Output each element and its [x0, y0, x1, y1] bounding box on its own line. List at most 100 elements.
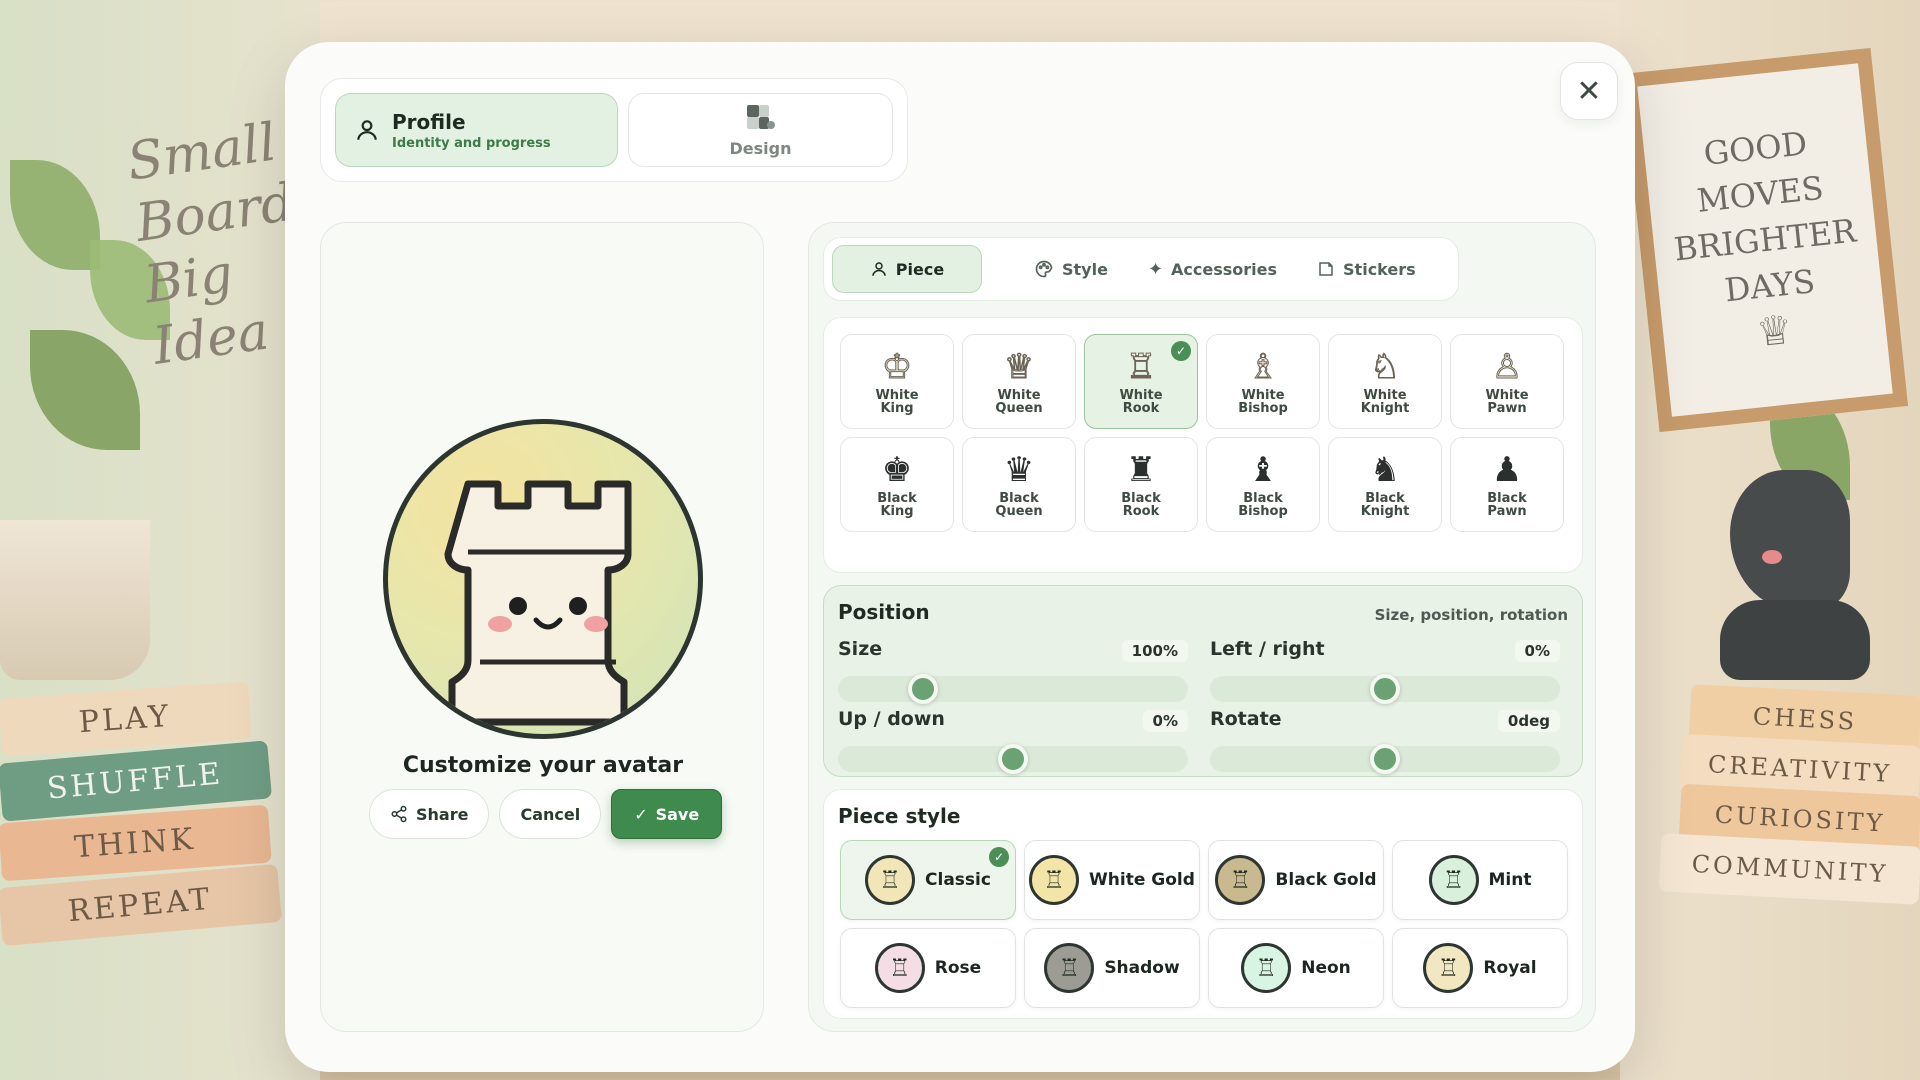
piece-label-color: Black: [1121, 490, 1161, 506]
chess-piece-icon: ♖: [1125, 346, 1157, 387]
cancel-label: Cancel: [520, 804, 581, 824]
left-right-label: Left / right: [1210, 638, 1325, 660]
piece-label-color: White: [1119, 387, 1163, 403]
up-down-label: Up / down: [838, 708, 945, 730]
up-down-value: 0%: [1142, 710, 1188, 732]
piece-label: Black Queen: [995, 492, 1042, 518]
piece-option[interactable]: ♛ Black Queen: [962, 437, 1076, 532]
rotate-label: Rotate: [1210, 708, 1282, 730]
piece-label-type: Queen: [995, 400, 1043, 416]
rotate-slider: Rotate 0deg: [1210, 708, 1560, 774]
share-button[interactable]: Share: [369, 789, 490, 839]
chess-piece-icon: ♘: [1369, 346, 1401, 387]
tab-accessories[interactable]: ✦ Accessories: [1130, 245, 1295, 293]
tab-style[interactable]: Style: [1016, 245, 1126, 293]
design-icon: [746, 104, 775, 129]
save-label: Save: [655, 804, 700, 824]
rook-thumbnail-icon: ♖: [1044, 943, 1095, 993]
palette-icon: [1035, 260, 1053, 278]
avatar: [383, 419, 703, 739]
piece-label: Black Knight: [1361, 492, 1410, 518]
piece-option[interactable]: ♖ White Rook ✓: [1084, 334, 1198, 429]
close-button[interactable]: ✕: [1560, 62, 1618, 120]
piece-style-name: Royal: [1483, 958, 1537, 978]
piece-option[interactable]: ♔ White King: [840, 334, 954, 429]
piece-option[interactable]: ♕ White Queen: [962, 334, 1076, 429]
close-icon: ✕: [1576, 73, 1602, 109]
piece-option[interactable]: ♚ Black King: [840, 437, 954, 532]
user-icon: [872, 262, 886, 276]
piece-style-option[interactable]: ♖ Classic ✓: [840, 840, 1016, 920]
selected-check-icon: ✓: [989, 847, 1009, 867]
piece-style-name: Classic: [925, 870, 991, 890]
piece-style-option[interactable]: ♖ Mint: [1392, 840, 1568, 920]
piece-option[interactable]: ♟ Black Pawn: [1450, 437, 1564, 532]
piece-option[interactable]: ♗ White Bishop: [1206, 334, 1320, 429]
piece-style-option[interactable]: ♖ Black Gold: [1208, 840, 1384, 920]
avatar-preview-panel: Customize your avatar Share Cancel ✓ Sav…: [320, 222, 764, 1032]
size-track[interactable]: [838, 674, 1188, 704]
left-right-slider: Left / right 0%: [1210, 638, 1560, 704]
left-right-knob[interactable]: [1370, 674, 1400, 704]
rotate-track[interactable]: [1210, 744, 1560, 774]
left-right-track[interactable]: [1210, 674, 1560, 704]
piece-style-name: Rose: [934, 958, 982, 978]
cancel-button[interactable]: Cancel: [499, 789, 602, 839]
save-button[interactable]: ✓ Save: [611, 789, 723, 839]
wall-frame: GOOD MOVES BRIGHTER DAYS ♕: [1621, 47, 1909, 433]
tab-profile-subtitle: Identity and progress: [392, 135, 551, 151]
rotate-knob[interactable]: [1370, 744, 1400, 774]
tab-piece[interactable]: Piece: [832, 245, 982, 293]
tab-piece-label: Piece: [895, 259, 945, 279]
piece-label-color: White: [997, 387, 1041, 403]
piece-label-type: King: [880, 503, 914, 519]
selected-check-icon: ✓: [1171, 341, 1191, 361]
up-down-knob[interactable]: [998, 744, 1028, 774]
preview-actions: Share Cancel ✓ Save: [369, 789, 723, 839]
size-value: 100%: [1121, 640, 1188, 662]
piece-label-type: Rook: [1122, 400, 1160, 416]
piece-label: Black Bishop: [1238, 492, 1288, 518]
piece-style-title: Piece style: [838, 804, 961, 828]
rook-thumbnail-icon: ♖: [1215, 855, 1266, 905]
size-knob[interactable]: [908, 674, 939, 704]
piece-label-color: Black: [1243, 490, 1283, 506]
piece-style-option[interactable]: ♖ White Gold: [1024, 840, 1200, 920]
chess-piece-icon: ♗: [1247, 346, 1279, 387]
piece-option[interactable]: ♜ Black Rook: [1084, 437, 1198, 532]
piece-selector: ♔ White King ♕ White Queen ♖ White Rook ✓ ♗ White Bi…: [823, 317, 1583, 573]
up-down-track[interactable]: [838, 744, 1188, 774]
piece-style-option[interactable]: ♖ Neon: [1208, 928, 1384, 1008]
piece-style-card: Piece style ♖ Classic ✓ ♖ White Gold ♖ Black G…: [823, 789, 1583, 1019]
tab-stickers[interactable]: Stickers: [1299, 245, 1434, 293]
position-title: Position: [838, 600, 930, 624]
piece-label-type: Knight: [1360, 400, 1410, 416]
piece-style-name: Shadow: [1104, 958, 1180, 978]
piece-label-type: King: [880, 400, 914, 416]
piece-style-option[interactable]: ♖ Rose: [840, 928, 1016, 1008]
left-right-value: 0%: [1514, 640, 1560, 662]
piece-label-color: Black: [999, 490, 1039, 506]
piece-label-color: White: [1485, 387, 1529, 403]
piece-grid: ♔ White King ♕ White Queen ♖ White Rook ✓ ♗ White Bi…: [840, 334, 1564, 532]
tab-design[interactable]: Design: [628, 93, 893, 167]
piece-option[interactable]: ♝ Black Bishop: [1206, 437, 1320, 532]
piece-label-type: Rook: [1122, 503, 1160, 519]
tab-profile[interactable]: Profile Identity and progress: [335, 93, 618, 167]
rotate-value: 0deg: [1497, 710, 1560, 732]
chess-piece-icon: ♝: [1247, 449, 1279, 490]
editor-sub-tabs: Piece Style ✦ Accessories Stickers: [823, 237, 1459, 301]
piece-label: White Bishop: [1238, 389, 1288, 415]
piece-style-option[interactable]: ♖ Shadow: [1024, 928, 1200, 1008]
piece-style-option[interactable]: ♖ Royal: [1392, 928, 1568, 1008]
piece-label: Black Rook: [1121, 492, 1161, 518]
piece-option[interactable]: ♞ Black Knight: [1328, 437, 1442, 532]
up-down-slider: Up / down 0%: [838, 708, 1188, 774]
piece-label-type: Bishop: [1238, 503, 1288, 519]
rook-thumbnail-icon: ♖: [1423, 943, 1474, 993]
piece-label: White Rook: [1119, 389, 1162, 415]
plant-pot: [0, 520, 150, 680]
piece-option[interactable]: ♙ White Pawn: [1450, 334, 1564, 429]
piece-option[interactable]: ♘ White Knight: [1328, 334, 1442, 429]
chess-piece-icon: ♚: [881, 449, 913, 490]
